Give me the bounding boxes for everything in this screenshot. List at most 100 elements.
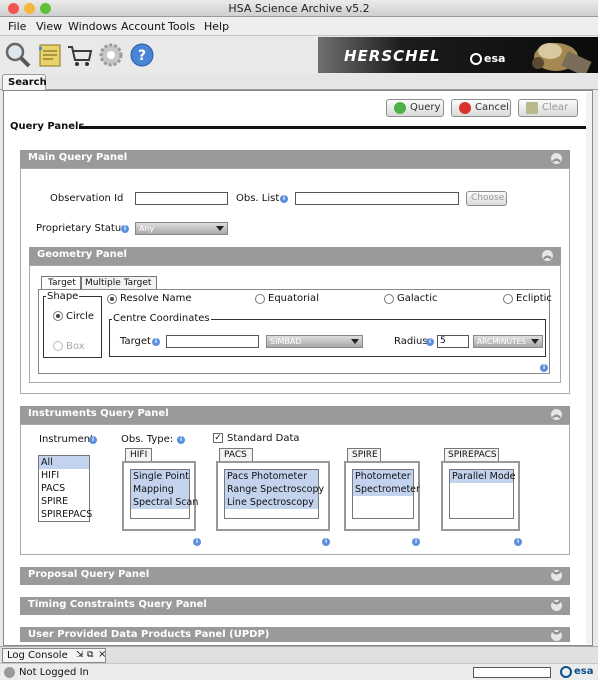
equatorial-radio[interactable] bbox=[255, 294, 265, 304]
close-icon[interactable]: × bbox=[98, 649, 106, 660]
svg-text:?: ? bbox=[138, 48, 146, 64]
search-icon[interactable] bbox=[4, 41, 32, 69]
tab-target[interactable]: Target bbox=[41, 276, 81, 289]
expand-chevron-icon[interactable]: ︾ bbox=[551, 630, 562, 641]
radius-label: Radius bbox=[394, 336, 428, 347]
box-radio[interactable] bbox=[53, 341, 63, 351]
box-option-label: Box bbox=[66, 341, 85, 352]
user-icon bbox=[4, 667, 15, 678]
list-item[interactable]: Mapping bbox=[131, 483, 189, 496]
info-icon[interactable]: i bbox=[514, 538, 522, 546]
info-icon[interactable]: i bbox=[121, 225, 129, 233]
login-status: Not Logged In bbox=[19, 667, 89, 678]
equatorial-label: Equatorial bbox=[268, 293, 319, 304]
list-item[interactable]: PACS bbox=[39, 482, 89, 495]
collapse-chevron-icon[interactable]: ︽ bbox=[551, 409, 562, 420]
list-item[interactable]: Spectral Scan bbox=[131, 496, 198, 509]
pin-icon[interactable]: ⇲ bbox=[76, 650, 84, 660]
content-scrollbar[interactable] bbox=[586, 92, 592, 644]
menu-file[interactable]: File bbox=[8, 20, 26, 33]
menu-view[interactable]: View bbox=[36, 20, 62, 33]
radius-unit-select[interactable]: ARCMINUTES bbox=[473, 335, 543, 348]
instrument-list[interactable]: All HIFI PACS SPIRE SPIREPACS bbox=[38, 455, 92, 522]
info-icon[interactable]: i bbox=[177, 436, 185, 444]
geometry-panel-header[interactable]: Geometry Panel ︽ bbox=[29, 247, 561, 265]
proprietary-status-select[interactable]: Any bbox=[135, 222, 228, 235]
list-item[interactable]: Spectrometer bbox=[353, 483, 420, 496]
info-icon[interactable]: i bbox=[426, 338, 434, 346]
notes-icon[interactable] bbox=[36, 41, 64, 69]
spire-group: Photometer Spectrometer bbox=[344, 461, 420, 531]
list-item[interactable]: Line Spectroscopy bbox=[225, 496, 318, 509]
menu-windows[interactable]: Windows bbox=[68, 20, 117, 33]
query-button[interactable]: Query bbox=[386, 99, 444, 117]
resolver-select[interactable]: SIMBAD bbox=[266, 335, 363, 348]
info-icon[interactable]: i bbox=[89, 436, 97, 444]
observation-id-input[interactable] bbox=[135, 192, 228, 205]
collapse-chevron-icon[interactable]: ︽ bbox=[551, 153, 562, 164]
info-icon[interactable]: i bbox=[193, 538, 201, 546]
info-icon[interactable]: i bbox=[412, 538, 420, 546]
log-console-bar: Log Console ⇲ ⧉ × bbox=[0, 646, 598, 663]
cancel-button[interactable]: Cancel bbox=[451, 99, 511, 117]
expand-chevron-icon[interactable]: ︾ bbox=[551, 570, 562, 581]
info-icon[interactable]: i bbox=[280, 195, 288, 203]
log-console-tab[interactable]: Log Console ⇲ ⧉ × bbox=[2, 648, 106, 663]
tab-multiple-target[interactable]: Multiple Target bbox=[81, 276, 157, 289]
resolve-name-radio[interactable] bbox=[107, 294, 117, 304]
list-item[interactable]: All bbox=[39, 456, 89, 469]
circle-option-label: Circle bbox=[66, 311, 95, 322]
cart-icon[interactable] bbox=[66, 41, 94, 69]
query-panels-divider bbox=[79, 126, 588, 129]
collapse-chevron-icon[interactable]: ︽ bbox=[542, 250, 553, 261]
tab-search[interactable]: Search bbox=[2, 74, 47, 91]
centre-coordinates-label: Centre Coordinates bbox=[112, 313, 211, 324]
ecliptic-radio[interactable] bbox=[503, 294, 513, 304]
updp-panel-header[interactable]: User Provided Data Products Panel (UPDP)… bbox=[20, 627, 570, 642]
menu-account[interactable]: Account bbox=[121, 20, 165, 33]
clear-button-label: Clear bbox=[542, 102, 569, 113]
info-icon[interactable]: i bbox=[322, 538, 330, 546]
radius-input[interactable]: 5 bbox=[437, 335, 469, 348]
window-title: HSA Science Archive v5.2 bbox=[228, 2, 370, 15]
menu-tools[interactable]: Tools bbox=[168, 20, 195, 33]
clear-button[interactable]: Clear bbox=[518, 99, 578, 117]
proprietary-status-label: Proprietary Status bbox=[36, 223, 127, 234]
proposal-panel-header[interactable]: Proposal Query Panel ︾ bbox=[20, 567, 570, 585]
list-item[interactable]: Single Point bbox=[131, 470, 189, 483]
banner-agency: esa bbox=[484, 52, 506, 65]
instrument-label: Instrument bbox=[39, 434, 95, 445]
list-item[interactable]: Photometer bbox=[353, 470, 413, 483]
hifi-obs-type-list[interactable]: Single Point Mapping Spectral Scan bbox=[130, 469, 198, 519]
radius-unit-value: ARCMINUTES bbox=[477, 337, 527, 346]
list-item[interactable]: Range Spectroscopy bbox=[225, 483, 324, 496]
window-titlebar: HSA Science Archive v5.2 bbox=[0, 0, 598, 17]
query-button-label: Query bbox=[410, 102, 441, 113]
list-item[interactable]: HIFI bbox=[39, 469, 89, 482]
circle-radio[interactable] bbox=[53, 311, 63, 321]
standard-data-checkbox[interactable]: ✓ bbox=[213, 433, 223, 443]
info-icon[interactable]: i bbox=[540, 364, 548, 372]
expand-chevron-icon[interactable]: ︾ bbox=[551, 600, 562, 611]
spirepacs-obs-type-list[interactable]: Parallel Mode bbox=[449, 469, 516, 519]
main-query-panel-header[interactable]: Main Query Panel ︽ bbox=[20, 150, 570, 168]
detach-icon[interactable]: ⧉ bbox=[87, 650, 93, 660]
list-item[interactable]: Pacs Photometer bbox=[225, 470, 318, 483]
galactic-radio[interactable] bbox=[384, 294, 394, 304]
proposal-panel-title: Proposal Query Panel bbox=[28, 569, 150, 580]
info-icon[interactable]: i bbox=[152, 338, 160, 346]
list-item[interactable]: SPIREPACS bbox=[39, 508, 92, 521]
settings-gear-icon[interactable] bbox=[97, 41, 125, 69]
timing-panel-header[interactable]: Timing Constraints Query Panel ︾ bbox=[20, 597, 570, 615]
obs-list-input[interactable] bbox=[295, 192, 459, 205]
list-item[interactable]: Parallel Mode bbox=[450, 470, 516, 483]
instruments-panel-header[interactable]: Instruments Query Panel ︽ bbox=[20, 406, 570, 424]
spire-obs-type-list[interactable]: Photometer Spectrometer bbox=[352, 469, 420, 519]
target-input[interactable] bbox=[166, 335, 259, 348]
list-item[interactable]: SPIRE bbox=[39, 495, 89, 508]
cancel-button-label: Cancel bbox=[475, 102, 509, 113]
pacs-obs-type-list[interactable]: Pacs Photometer Range Spectroscopy Line … bbox=[224, 469, 324, 519]
menu-help[interactable]: Help bbox=[204, 20, 229, 33]
help-icon[interactable]: ? bbox=[128, 41, 156, 69]
choose-button[interactable]: Choose bbox=[466, 191, 507, 206]
